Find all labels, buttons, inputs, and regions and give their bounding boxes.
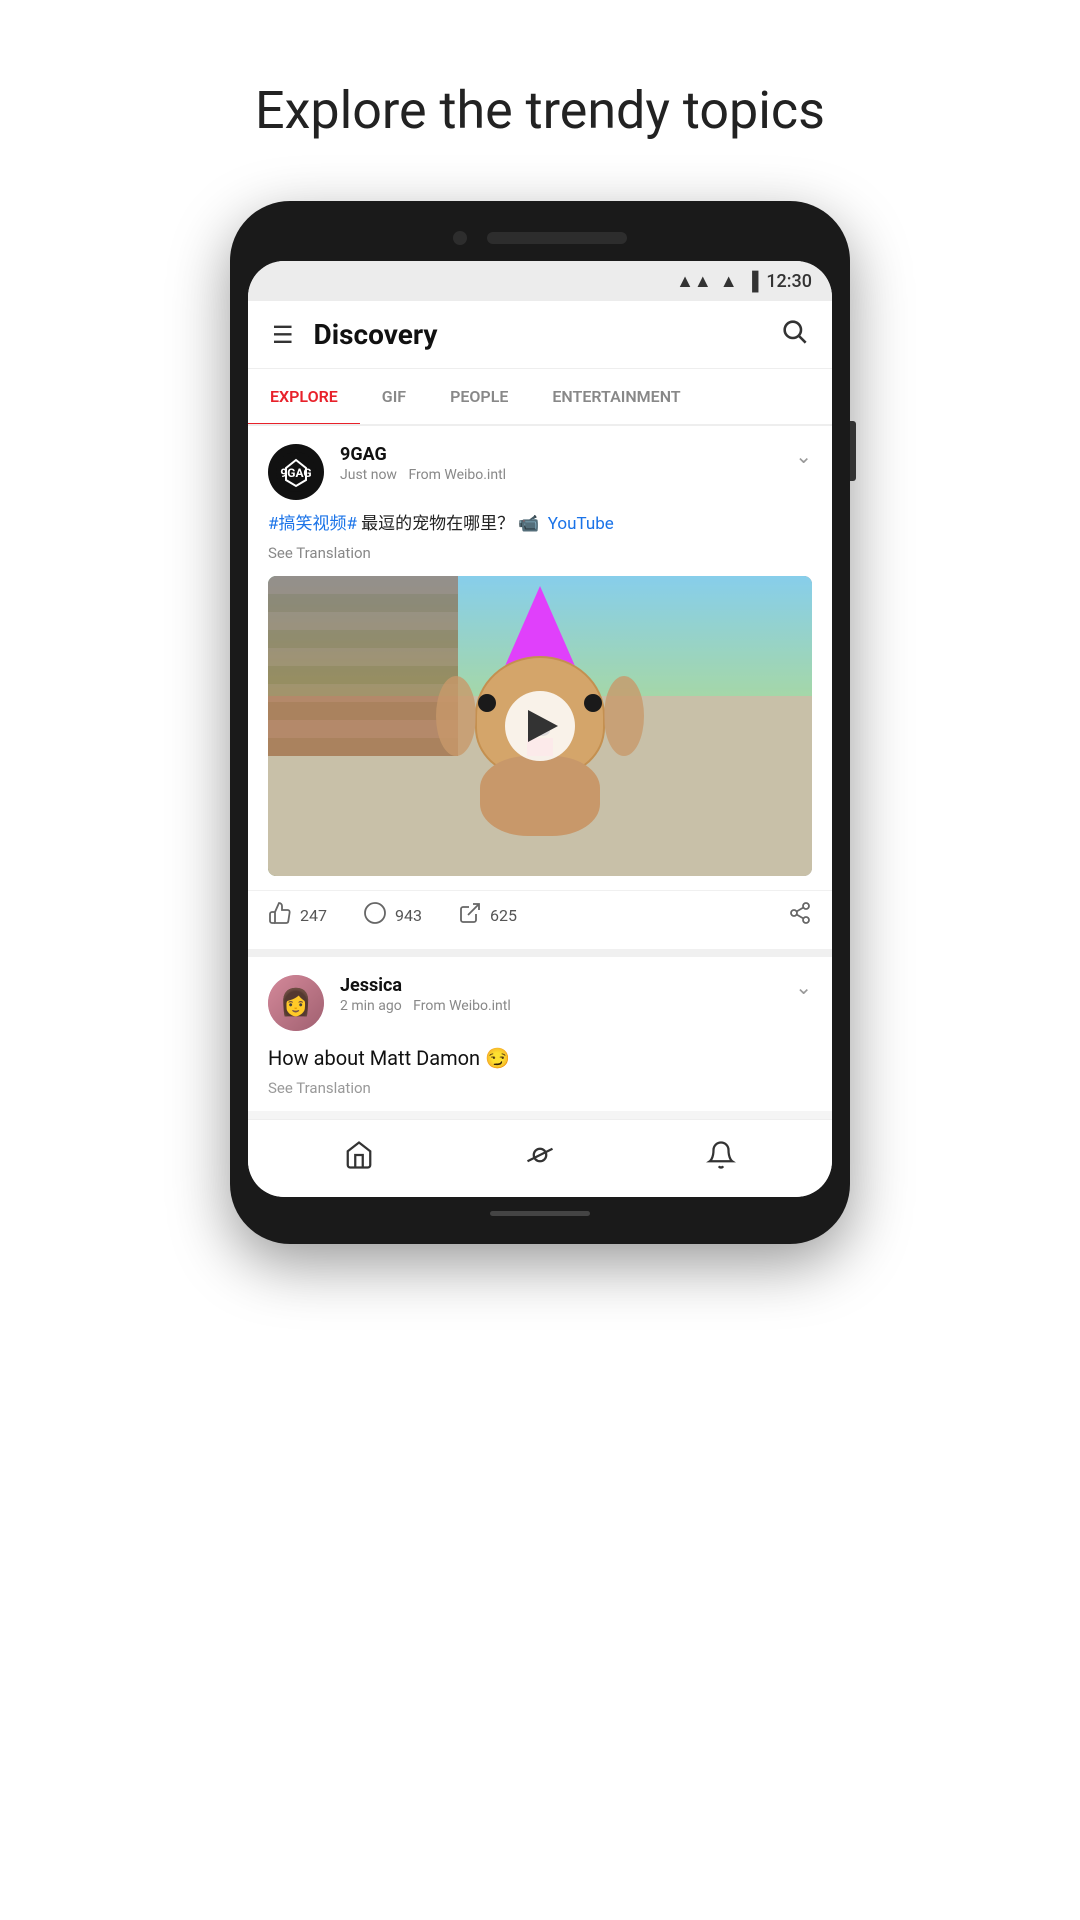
nav-discover-button[interactable] <box>505 1134 575 1183</box>
post-text: #搞笑视频# 最逗的宠物在哪里？ 📹 YouTube <box>268 512 812 538</box>
avatar: 9GAG <box>268 444 324 500</box>
hamburger-menu-icon[interactable]: ☰ <box>272 321 294 349</box>
post-body: #搞笑视频# 最逗的宠物在哪里？ 📹 YouTube See Translati… <box>248 512 832 576</box>
home-indicator <box>490 1211 590 1216</box>
like-icon <box>268 901 292 931</box>
tab-explore[interactable]: EXPLORE <box>248 369 360 424</box>
video-thumbnail <box>268 576 812 876</box>
dog-right-eye <box>584 694 602 712</box>
front-camera <box>453 231 467 245</box>
phone-screen: ▲▲ ▲ ▐ 12:30 ☰ Discovery EXPLORE GIF PEO… <box>248 261 832 1197</box>
time-display: 12:30 <box>766 271 812 292</box>
nav-home-button[interactable] <box>324 1134 394 1183</box>
phone-frame: ▲▲ ▲ ▐ 12:30 ☰ Discovery EXPLORE GIF PEO… <box>230 201 850 1244</box>
side-button <box>850 421 856 481</box>
video-container[interactable] <box>268 576 812 876</box>
battery-icon: ▐ <box>746 271 759 292</box>
post-meta-jessica: Jessica 2 min ago From Weibo.intl <box>340 975 785 1014</box>
play-button[interactable] <box>505 691 575 761</box>
play-triangle-icon <box>528 710 558 742</box>
jessica-submeta: 2 min ago From Weibo.intl <box>340 998 785 1014</box>
dog-ear-right <box>604 676 644 756</box>
app-title: Discovery <box>314 318 780 351</box>
bottom-nav <box>248 1119 832 1197</box>
jessica-post-text: How about Matt Damon 😏 <box>268 1043 812 1073</box>
repost-count: 625 <box>490 906 517 925</box>
svg-text:9GAG: 9GAG <box>280 466 311 480</box>
like-button[interactable]: 247 <box>268 901 327 931</box>
youtube-icon: 📹 <box>518 514 539 534</box>
dog-left-eye <box>478 694 496 712</box>
dog-body-lower <box>480 756 600 836</box>
brick-wall <box>268 576 458 756</box>
jessica-username: Jessica <box>340 975 785 996</box>
nav-notifications-button[interactable] <box>686 1134 756 1183</box>
tab-entertainment[interactable]: ENTERTAINMENT <box>530 369 702 424</box>
signal-icon: ▲ <box>720 271 738 292</box>
page-heading: Explore the trendy topics <box>255 80 825 141</box>
comment-button[interactable]: 943 <box>363 901 422 931</box>
post-dropdown-icon[interactable]: ⌄ <box>785 444 812 468</box>
jessica-post-body: How about Matt Damon 😏 See Translation <box>248 1043 832 1111</box>
post-card: 9GAG 9GAG Just now From Weibo.intl ⌄ <box>248 426 832 949</box>
app-header: ☰ Discovery <box>248 301 832 369</box>
youtube-link[interactable]: YouTube <box>548 514 614 534</box>
jessica-avatar: 👩 <box>268 975 324 1031</box>
phone-top-bar <box>248 231 832 245</box>
search-button[interactable] <box>780 317 808 352</box>
jessica-see-translation[interactable]: See Translation <box>268 1079 812 1097</box>
comment-icon <box>363 901 387 931</box>
tabs-bar: EXPLORE GIF PEOPLE ENTERTAINMENT <box>248 369 832 426</box>
comment-count: 943 <box>395 906 422 925</box>
post-username: 9GAG <box>340 444 785 465</box>
repost-icon <box>458 901 482 931</box>
feed-area: 9GAG 9GAG Just now From Weibo.intl ⌄ <box>248 426 832 1111</box>
post-header-jessica: 👩 Jessica 2 min ago From Weibo.intl ⌄ <box>248 957 832 1043</box>
jessica-dropdown-icon[interactable]: ⌄ <box>785 975 812 999</box>
post-card-jessica: 👩 Jessica 2 min ago From Weibo.intl ⌄ Ho… <box>248 957 832 1111</box>
party-hat <box>505 586 575 666</box>
action-bar: 247 943 <box>248 890 832 949</box>
wifi-icon: ▲▲ <box>676 271 712 292</box>
status-bar: ▲▲ ▲ ▐ 12:30 <box>248 261 832 301</box>
hashtag[interactable]: #搞笑视频# <box>268 514 357 534</box>
see-translation[interactable]: See Translation <box>268 544 812 562</box>
post-header: 9GAG 9GAG Just now From Weibo.intl ⌄ <box>248 426 832 512</box>
share-button[interactable] <box>788 901 812 931</box>
post-meta: 9GAG Just now From Weibo.intl <box>340 444 785 483</box>
repost-button[interactable]: 625 <box>458 901 517 931</box>
tab-people[interactable]: PEOPLE <box>428 369 530 424</box>
speaker <box>487 232 627 244</box>
tab-gif[interactable]: GIF <box>360 369 428 424</box>
dog-ear-left <box>436 676 476 756</box>
like-count: 247 <box>300 906 327 925</box>
phone-bottom <box>248 1211 832 1216</box>
post-submeta: Just now From Weibo.intl <box>340 467 785 483</box>
status-icons: ▲▲ ▲ ▐ 12:30 <box>676 271 812 292</box>
